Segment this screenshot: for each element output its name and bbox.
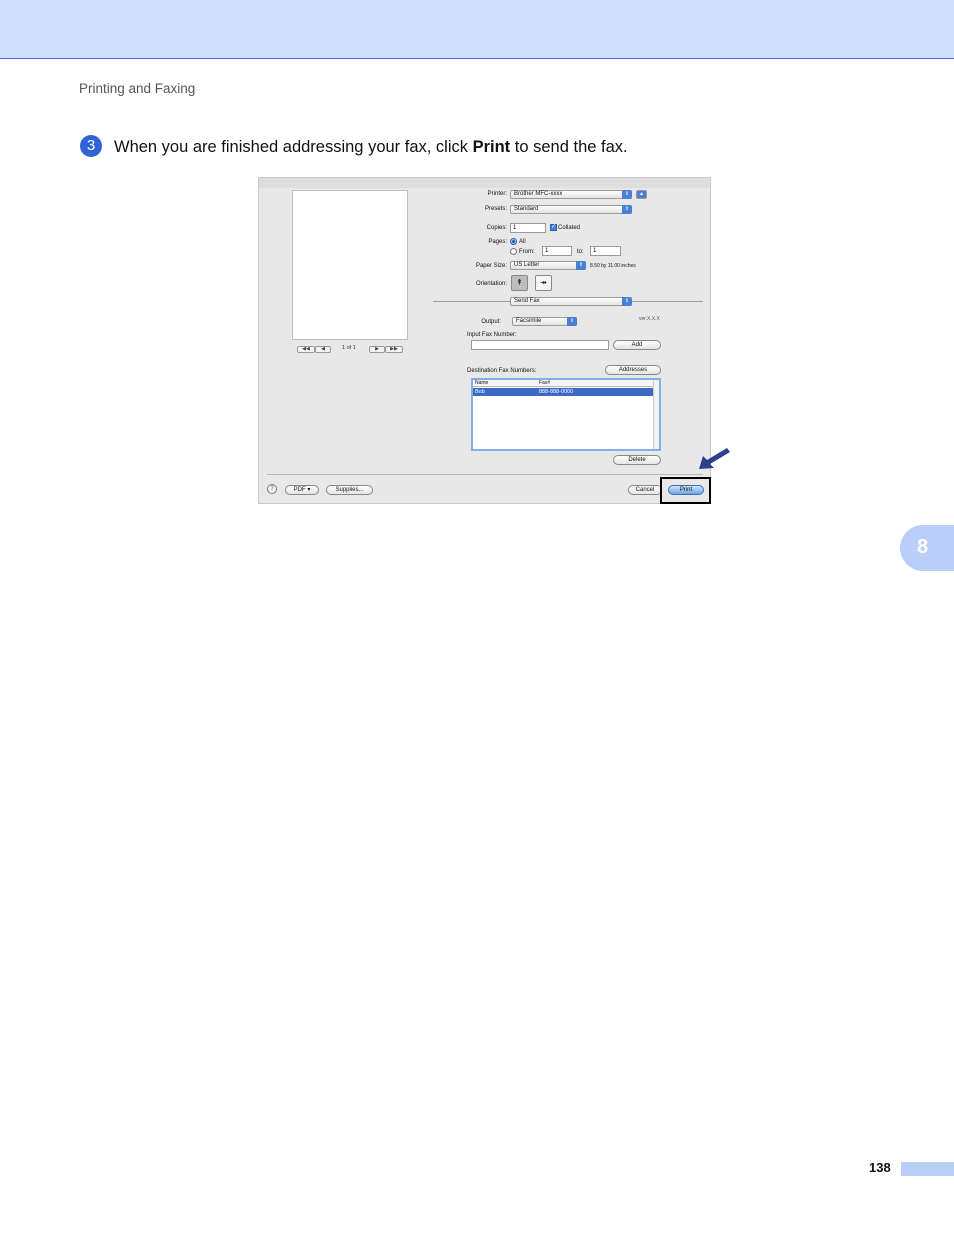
paper-size-value: US Letter — [514, 262, 540, 268]
output-label: Output: — [481, 319, 501, 325]
cancel-button[interactable]: Cancel — [628, 485, 662, 495]
printer-value: Brother MFC-xxxx — [514, 191, 563, 197]
landscape-icon: ↠ — [540, 278, 547, 287]
chapter-tab: 8 — [900, 525, 954, 571]
pdf-menu-button[interactable]: PDF ▾ — [285, 485, 319, 495]
supplies-button[interactable]: Supplies... — [326, 485, 373, 495]
last-page-button[interactable]: ▶▶ — [385, 346, 403, 353]
expand-disclosure-button[interactable]: ▲ — [636, 190, 647, 199]
help-button[interactable]: ? — [267, 484, 277, 494]
paper-size-select[interactable]: US Letter ⇕ — [510, 261, 586, 270]
pages-to-input[interactable]: 1 — [590, 246, 621, 256]
presets-value: Standard — [514, 206, 539, 212]
column-header-name: Name — [475, 380, 489, 386]
first-page-button[interactable]: ◀◀ — [297, 346, 315, 353]
paper-size-note: 8.50 by 11.00 inches — [590, 263, 636, 269]
portrait-icon: ↟ — [516, 278, 523, 287]
presets-label: Presets: — [484, 206, 507, 212]
collated-checkbox[interactable]: ✓ — [550, 224, 557, 231]
pages-from-label: From: — [519, 249, 535, 255]
page-number-bar — [901, 1162, 954, 1176]
printer-select[interactable]: Brother MFC-xxxx ⇕ — [510, 190, 632, 199]
output-select[interactable]: Facsimile ⇕ — [512, 317, 577, 326]
collated-label: Collated — [558, 225, 581, 231]
fax-number-input[interactable] — [471, 340, 609, 350]
prev-page-button[interactable]: ◀ — [315, 346, 331, 353]
print-dialog: ◀◀ ◀ 1 of 1 ▶ ▶▶ Printer: Brother MFC-xx… — [258, 177, 711, 504]
pages-all-label: All — [519, 239, 526, 245]
popup-arrows-icon: ⇕ — [622, 297, 632, 306]
next-page-button[interactable]: ▶ — [369, 346, 385, 353]
portrait-orientation-button[interactable]: ↟ — [511, 275, 528, 291]
output-value: Facsimile — [516, 318, 542, 324]
header-band — [0, 0, 954, 59]
popup-arrows-icon: ⇕ — [576, 261, 586, 270]
pages-label: Pages: — [488, 239, 507, 245]
popup-arrows-icon: ⇕ — [622, 190, 632, 199]
paper-size-label: Paper Size: — [475, 263, 507, 269]
page-count-label: 1 of 1 — [342, 345, 356, 351]
pointer-arrow-icon — [699, 448, 730, 469]
pages-from-radio[interactable] — [510, 248, 517, 255]
pages-to-label: to: — [577, 249, 584, 255]
printer-label: Printer: — [487, 191, 507, 197]
panel-select[interactable]: Send Fax ⇕ — [510, 297, 632, 306]
pages-all-radio[interactable] — [510, 238, 517, 245]
page-number: 138 — [869, 1160, 891, 1175]
table-scrollbar[interactable] — [653, 380, 659, 449]
presets-select[interactable]: Standard ⇕ — [510, 205, 632, 214]
delete-button[interactable]: Delete — [613, 455, 661, 465]
popup-arrows-icon: ⇕ — [622, 205, 632, 214]
step-number-badge: 3 — [80, 135, 102, 157]
addresses-button[interactable]: Addresses — [605, 365, 661, 375]
column-header-fax: Fax# — [539, 380, 551, 386]
destination-table[interactable]: Name Fax# Bob 888-888-0000 — [471, 378, 661, 451]
page-preview — [292, 190, 408, 340]
table-header: Name Fax# — [473, 380, 653, 387]
instruction-text-after: to send the fax. — [510, 138, 628, 156]
popup-arrows-icon: ⇕ — [567, 317, 577, 326]
copies-input[interactable]: 1 — [510, 223, 546, 233]
instruction-text-before: When you are finished addressing your fa… — [114, 138, 473, 156]
disclosure-triangle-icon: ▲ — [639, 191, 644, 197]
row-name-cell: Bob — [475, 389, 485, 395]
dialog-toolbar-strip — [259, 178, 710, 188]
print-button-callout-box — [660, 477, 711, 504]
add-button[interactable]: Add — [613, 340, 661, 350]
row-fax-cell: 888-888-0000 — [539, 389, 574, 395]
orientation-label: Orientation: — [475, 281, 507, 287]
section-title: Printing and Faxing — [79, 81, 196, 96]
destination-label: Destination Fax Numbers: — [467, 368, 537, 374]
step-instruction: When you are finished addressing your fa… — [114, 138, 628, 157]
panel-value: Send Fax — [514, 298, 540, 304]
landscape-orientation-button[interactable]: ↠ — [535, 275, 552, 291]
version-label: ver.X.X.X — [639, 316, 660, 322]
table-row[interactable]: Bob 888-888-0000 — [473, 388, 653, 396]
footer-separator — [267, 474, 703, 475]
chapter-number: 8 — [917, 536, 929, 558]
fax-number-label: Input Fax Number: — [467, 332, 517, 338]
copies-label: Copies: — [486, 225, 507, 231]
pages-from-input[interactable]: 1 — [542, 246, 572, 256]
instruction-bold-print: Print — [472, 138, 511, 156]
